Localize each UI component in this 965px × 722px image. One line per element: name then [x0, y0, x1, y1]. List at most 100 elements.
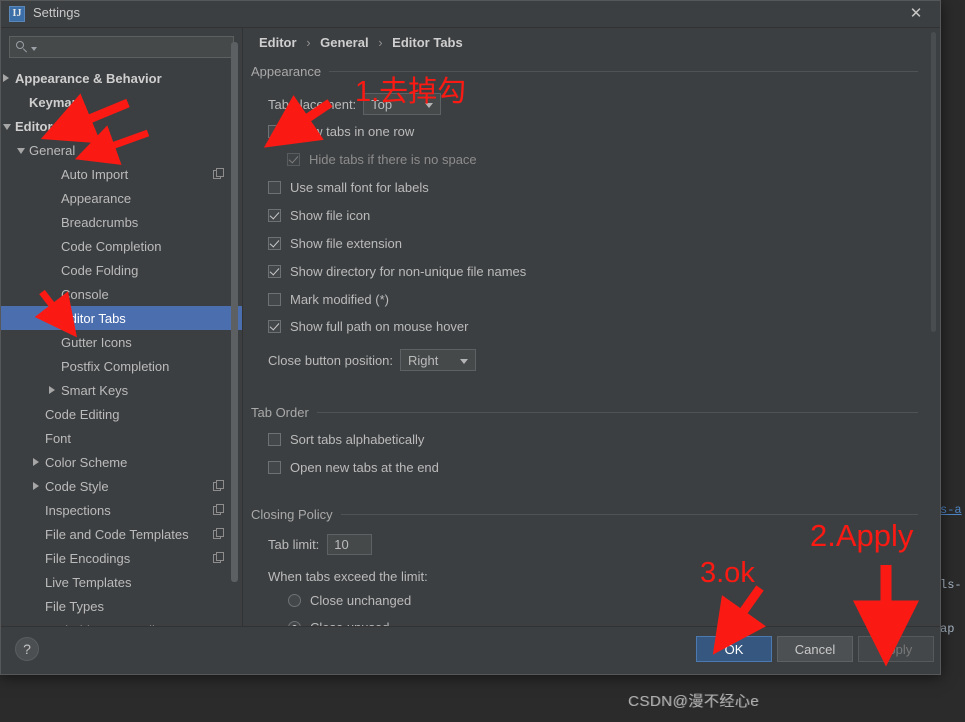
dialog-title: Settings	[33, 5, 80, 20]
chevron-right-icon[interactable]	[3, 74, 9, 82]
ok-button[interactable]: OK	[696, 636, 772, 662]
sidebar-item-keymap[interactable]: Keymap	[1, 90, 242, 114]
checkbox-row-show-directory-for-non-unique-file-names[interactable]: Show directory for non-unique file names	[268, 264, 526, 279]
content-scrollbar-thumb[interactable]	[931, 32, 936, 332]
search-input[interactable]	[37, 39, 233, 55]
checkbox-icon[interactable]	[268, 265, 281, 278]
sidebar-item-appearance-behavior[interactable]: Appearance & Behavior	[1, 66, 242, 90]
checkbox-row-sort-tabs-alphabetically[interactable]: Sort tabs alphabetically	[268, 432, 424, 447]
chevron-down-icon[interactable]	[3, 124, 11, 130]
sidebar-item-label: General	[29, 142, 76, 158]
checkbox-label: Show full path on mouse hover	[290, 319, 469, 334]
group-divider	[329, 70, 918, 72]
sidebar-item-android-layout-editor[interactable]: Android Layout Editor	[1, 618, 242, 627]
cancel-button[interactable]: Cancel	[777, 636, 853, 662]
help-button[interactable]: ?	[15, 637, 39, 661]
checkbox-label: Hide tabs if there is no space	[309, 152, 477, 167]
closing-policy-group-title: Closing Policy	[251, 506, 333, 522]
breadcrumb-part-editor-tabs: Editor Tabs	[392, 35, 463, 50]
sidebar-scrollbar-track[interactable]	[231, 30, 240, 606]
sidebar-item-label: Smart Keys	[61, 382, 129, 398]
sidebar-item-postfix-completion[interactable]: Postfix Completion	[1, 354, 242, 378]
sidebar-item-file-encodings[interactable]: File Encodings	[1, 546, 242, 570]
sidebar-item-appearance[interactable]: Appearance	[1, 186, 242, 210]
checkbox-row-show-tabs-in-one-row[interactable]: Show tabs in one row	[268, 124, 414, 139]
copy-settings-icon[interactable]	[213, 504, 224, 515]
sidebar-item-label: Editor	[15, 118, 53, 134]
sidebar-item-code-style[interactable]: Code Style	[1, 474, 242, 498]
sidebar-item-general[interactable]: General	[1, 138, 242, 162]
close-icon[interactable]: ✕	[906, 3, 926, 23]
sidebar-item-file-types[interactable]: File Types	[1, 594, 242, 618]
apply-button: Apply	[858, 636, 934, 662]
tab-order-group-header: Tab Order	[251, 404, 918, 420]
group-divider	[340, 513, 918, 515]
breadcrumb-part-editor[interactable]: Editor	[259, 35, 297, 50]
checkbox-label: Sort tabs alphabetically	[290, 432, 425, 447]
checkbox-row-show-full-path-on-mouse-hover[interactable]: Show full path on mouse hover	[268, 319, 469, 334]
checkbox-row-show-file-icon[interactable]: Show file icon	[268, 208, 370, 223]
sidebar-item-editor[interactable]: Editor	[1, 114, 242, 138]
sidebar-item-code-folding[interactable]: Code Folding	[1, 258, 242, 282]
sidebar-item-label: Appearance & Behavior	[15, 70, 162, 86]
chevron-right-icon[interactable]	[33, 458, 39, 466]
copy-settings-icon[interactable]	[213, 480, 224, 491]
tab-placement-dropdown[interactable]: Top	[363, 93, 442, 115]
sidebar-item-label: Font	[45, 430, 72, 446]
breadcrumb-part-general[interactable]: General	[320, 35, 368, 50]
sidebar-item-live-templates[interactable]: Live Templates	[1, 570, 242, 594]
checkbox-icon[interactable]	[268, 237, 281, 250]
checkbox-row-show-file-extension[interactable]: Show file extension	[268, 236, 402, 251]
sidebar-item-label: Code Completion	[61, 238, 162, 254]
copy-settings-icon[interactable]	[213, 168, 224, 179]
checkbox-icon[interactable]	[268, 461, 281, 474]
intellij-idea-icon: IJ	[9, 6, 25, 22]
checkbox-icon[interactable]	[268, 209, 281, 222]
tab-limit-input[interactable]: 10	[327, 534, 373, 555]
sidebar-item-color-scheme[interactable]: Color Scheme	[1, 450, 242, 474]
sidebar-item-label: Gutter Icons	[61, 334, 132, 350]
checkbox-row-use-small-font-for-labels[interactable]: Use small font for labels	[268, 180, 429, 195]
sidebar-item-label: Console	[61, 286, 109, 302]
checkbox-icon[interactable]	[268, 125, 281, 138]
sidebar-item-console[interactable]: Console	[1, 282, 242, 306]
checkbox-icon[interactable]	[268, 293, 281, 306]
copy-settings-icon[interactable]	[213, 528, 224, 539]
chevron-down-icon	[460, 359, 469, 364]
radio-row-close-unchanged[interactable]: Close unchanged	[288, 593, 411, 608]
sidebar-item-smart-keys[interactable]: Smart Keys	[1, 378, 242, 402]
chevron-down-icon[interactable]	[17, 148, 25, 154]
checkbox-icon[interactable]	[268, 433, 281, 446]
settings-sidebar: Appearance & Behavior Keymap Editor General…	[1, 28, 243, 626]
sidebar-item-inspections[interactable]: Inspections	[1, 498, 242, 522]
sidebar-item-code-editing[interactable]: Code Editing	[1, 402, 242, 426]
chevron-right-icon[interactable]	[49, 386, 55, 394]
settings-dialog: IJ Settings ✕ Appearance & Behavior Keyma…	[0, 0, 941, 675]
sidebar-item-file-and-code-templates[interactable]: File and Code Templates	[1, 522, 242, 546]
sidebar-item-gutter-icons[interactable]: Gutter Icons	[1, 330, 242, 354]
chevron-right-icon[interactable]	[33, 482, 39, 490]
checkbox-row-hide-tabs-if-there-is-no-space[interactable]: Hide tabs if there is no space	[287, 152, 477, 167]
sidebar-item-editor-tabs[interactable]: Editor Tabs	[1, 306, 242, 330]
checkbox-row-mark-modified[interactable]: Mark modified (*)	[268, 292, 389, 307]
checkbox-label: Open new tabs at the end	[290, 460, 439, 475]
copy-settings-icon[interactable]	[213, 552, 224, 563]
sidebar-item-font[interactable]: Font	[1, 426, 242, 450]
checkbox-icon[interactable]	[268, 320, 281, 333]
sidebar-scrollbar-thumb[interactable]	[231, 42, 238, 582]
closing-policy-group-header: Closing Policy	[251, 506, 918, 522]
background-code-line-3: ap	[940, 622, 955, 636]
checkbox-label: Show directory for non-unique file names	[290, 264, 527, 279]
close-button-position-dropdown[interactable]: Right	[400, 349, 477, 371]
radio-icon[interactable]	[288, 594, 301, 607]
sidebar-item-code-completion[interactable]: Code Completion	[1, 234, 242, 258]
checkbox-icon[interactable]	[268, 181, 281, 194]
breadcrumb-separator-2: ›	[378, 35, 383, 50]
checkbox-row-open-new-tabs-at-the-end[interactable]: Open new tabs at the end	[268, 460, 439, 475]
checkbox-label: Use small font for labels	[290, 180, 429, 195]
sidebar-item-auto-import[interactable]: Auto Import	[1, 162, 242, 186]
sidebar-item-breadcrumbs[interactable]: Breadcrumbs	[1, 210, 242, 234]
search-icon	[16, 40, 30, 54]
search-box[interactable]	[9, 36, 234, 58]
tab-placement-row: Tab placement: Top	[268, 93, 442, 115]
